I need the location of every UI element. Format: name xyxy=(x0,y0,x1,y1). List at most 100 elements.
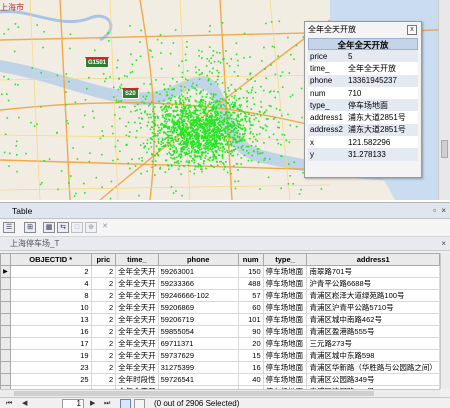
column-header[interactable]: address1 xyxy=(306,253,440,266)
show-all-records-button[interactable] xyxy=(120,399,131,408)
row-selector[interactable] xyxy=(0,349,11,362)
table-cell[interactable]: 三元路273号 xyxy=(306,337,440,350)
table-cell[interactable]: 2 xyxy=(90,289,117,302)
table-options-icon[interactable]: ☰ xyxy=(3,222,15,233)
table-cell[interactable]: 59855054 xyxy=(157,325,239,338)
table-cell[interactable]: 16 xyxy=(237,361,264,374)
column-header[interactable]: phone xyxy=(157,253,239,266)
table-cell[interactable]: 8 xyxy=(9,289,92,302)
column-header[interactable]: pric xyxy=(90,253,117,266)
table-cell[interactable]: 青浦区城中南路462号 xyxy=(306,313,440,326)
table-cell[interactable]: 60 xyxy=(237,301,264,314)
table-cell[interactable]: 40 xyxy=(237,373,264,386)
table-cell[interactable]: 停车场地面 xyxy=(262,301,308,314)
table-cell[interactable]: 停车场地面 xyxy=(262,337,308,350)
table-cell[interactable]: 停车场地面 xyxy=(262,265,308,278)
table-cell[interactable]: 全年时段性 xyxy=(115,373,159,386)
table-cell[interactable]: 停车场地面 xyxy=(262,289,308,302)
table-cell[interactable]: 57 xyxy=(237,289,264,302)
table-cell[interactable]: 全年全天开 xyxy=(115,301,159,314)
grid-vertical-scrollbar[interactable] xyxy=(440,253,450,389)
table-row[interactable]: 23 2 全年全天开 31275399 16 停车场地面 青浦区华新路（华胜路与公园路之间） xyxy=(0,361,440,374)
table-cell[interactable]: 59263001 xyxy=(157,265,239,278)
table-cell[interactable]: 全年全天开 xyxy=(115,289,159,302)
table-row[interactable]: ▶ 2 2 全年全天开 59263001 150 停车场地面 南翠路701号 xyxy=(0,265,440,278)
table-cell[interactable]: 15 xyxy=(237,349,264,362)
table-cell[interactable]: 南翠路701号 xyxy=(306,265,440,278)
table-cell[interactable]: 2 xyxy=(9,265,92,278)
row-selector[interactable] xyxy=(0,325,11,338)
table-cell[interactable]: 59726541 xyxy=(157,373,239,386)
table-cell[interactable]: 2 xyxy=(90,361,117,374)
table-cell[interactable]: 101 xyxy=(237,313,264,326)
table-row[interactable]: 8 2 全年全天开 59246666-102 57 停车场地面 青浦区崧泽大道绿苑路100号 xyxy=(0,289,440,302)
table-cell[interactable]: 停车场地面 xyxy=(262,361,308,374)
related-tables-icon[interactable]: ⊞ xyxy=(24,222,36,233)
table-cell[interactable]: 69711371 xyxy=(157,337,239,350)
last-record-icon[interactable]: ⏭ xyxy=(104,398,110,408)
table-cell[interactable]: 59737629 xyxy=(157,349,239,362)
table-cell[interactable]: 90 xyxy=(237,325,264,338)
table-cell[interactable]: 停车场地面 xyxy=(262,277,308,290)
table-row[interactable]: 19 2 全年全天开 59737629 15 停车场地面 青浦区城中东路598 xyxy=(0,349,440,362)
table-cell[interactable]: 全年全天开 xyxy=(115,325,159,338)
table-window-titlebar[interactable]: Table ▫ × xyxy=(0,203,450,219)
row-selector[interactable] xyxy=(0,289,11,302)
grid-hscroll-thumb[interactable] xyxy=(14,391,374,396)
table-cell[interactable]: 停车场地面 xyxy=(262,325,308,338)
table-cell[interactable]: 2 xyxy=(90,313,117,326)
table-cell[interactable]: 13 xyxy=(9,313,92,326)
table-cell[interactable]: 19 xyxy=(9,349,92,362)
table-cell[interactable]: 青浦区华新路（华胜路与公园路之间） xyxy=(306,361,440,374)
table-row[interactable]: 16 2 全年全天开 59855054 90 停车场地面 青浦区盈港路555号 xyxy=(0,325,440,338)
table-cell[interactable]: 4 xyxy=(9,277,92,290)
table-cell[interactable]: 全年全天开 xyxy=(115,265,159,278)
show-selected-records-button[interactable] xyxy=(134,399,145,408)
table-cell[interactable]: 青浦区城中东路598 xyxy=(306,349,440,362)
table-cell[interactable]: 59246666-102 xyxy=(157,289,239,302)
table-cell[interactable]: 停车场地面 xyxy=(262,349,308,362)
close-icon[interactable]: × xyxy=(441,203,446,219)
row-selector[interactable] xyxy=(0,277,11,290)
table-cell[interactable]: 2 xyxy=(90,337,117,350)
attribute-grid[interactable]: OBJECTID * pric time_ phone num type_ address1… xyxy=(0,253,440,389)
clear-selection-icon[interactable]: □ xyxy=(71,222,83,233)
table-tab[interactable]: 上海停车场_T × xyxy=(0,237,450,251)
table-cell[interactable]: 2 xyxy=(90,325,117,338)
column-header[interactable]: time_ xyxy=(115,253,159,266)
popup-close-button[interactable]: x xyxy=(407,25,417,35)
row-selector[interactable] xyxy=(0,337,11,350)
row-selector[interactable] xyxy=(0,301,11,314)
table-cell[interactable]: 青浦区公园路349号 xyxy=(306,373,440,386)
next-record-icon[interactable]: ▶ xyxy=(90,398,95,408)
table-cell[interactable]: 全年全天开 xyxy=(115,337,159,350)
previous-record-icon[interactable]: ◀ xyxy=(22,398,27,408)
current-record-input[interactable]: 1 xyxy=(62,399,84,408)
map-scroll-thumb[interactable] xyxy=(441,140,448,158)
table-cell[interactable]: 全年全天开 xyxy=(115,313,159,326)
table-cell[interactable]: 2 xyxy=(90,349,117,362)
switch-selection-icon[interactable]: ⇆ xyxy=(57,222,69,233)
table-cell[interactable]: 2 xyxy=(90,265,117,278)
table-cell[interactable]: 青浦区崧泽大道绿苑路100号 xyxy=(306,289,440,302)
table-cell[interactable]: 150 xyxy=(237,265,264,278)
table-cell[interactable]: 488 xyxy=(237,277,264,290)
select-by-attributes-icon[interactable]: ▦ xyxy=(43,222,55,233)
table-row[interactable]: 4 2 全年全天开 59233366 488 停车场地面 沪青平公路6688号 xyxy=(0,277,440,290)
table-cell[interactable]: 20 xyxy=(237,337,264,350)
table-cell[interactable]: 2 xyxy=(90,277,117,290)
table-cell[interactable]: 16 xyxy=(9,325,92,338)
first-record-icon[interactable]: ⏮ xyxy=(6,398,12,408)
table-window[interactable]: Table ▫ × ☰ ⊞ ▦ ⇆ □ ⊕ ✕ 上海停车场_T × OBJECT… xyxy=(0,202,450,408)
table-cell[interactable]: 10 xyxy=(9,301,92,314)
restore-icon[interactable]: ▫ xyxy=(433,203,436,219)
delete-selected-icon[interactable]: ✕ xyxy=(99,222,111,233)
table-cell[interactable]: 停车场地面 xyxy=(262,313,308,326)
column-header[interactable]: num xyxy=(237,253,264,266)
table-cell[interactable]: 青浦区盈港路555号 xyxy=(306,325,440,338)
row-selector[interactable] xyxy=(0,361,11,374)
table-row[interactable]: 13 2 全年全天开 59206719 101 停车场地面 青浦区城中南路462号 xyxy=(0,313,440,326)
table-cell[interactable]: 沪青平公路6688号 xyxy=(306,277,440,290)
table-cell[interactable]: 青浦区沪青平公路5710号 xyxy=(306,301,440,314)
table-cell[interactable]: 2 xyxy=(90,301,117,314)
